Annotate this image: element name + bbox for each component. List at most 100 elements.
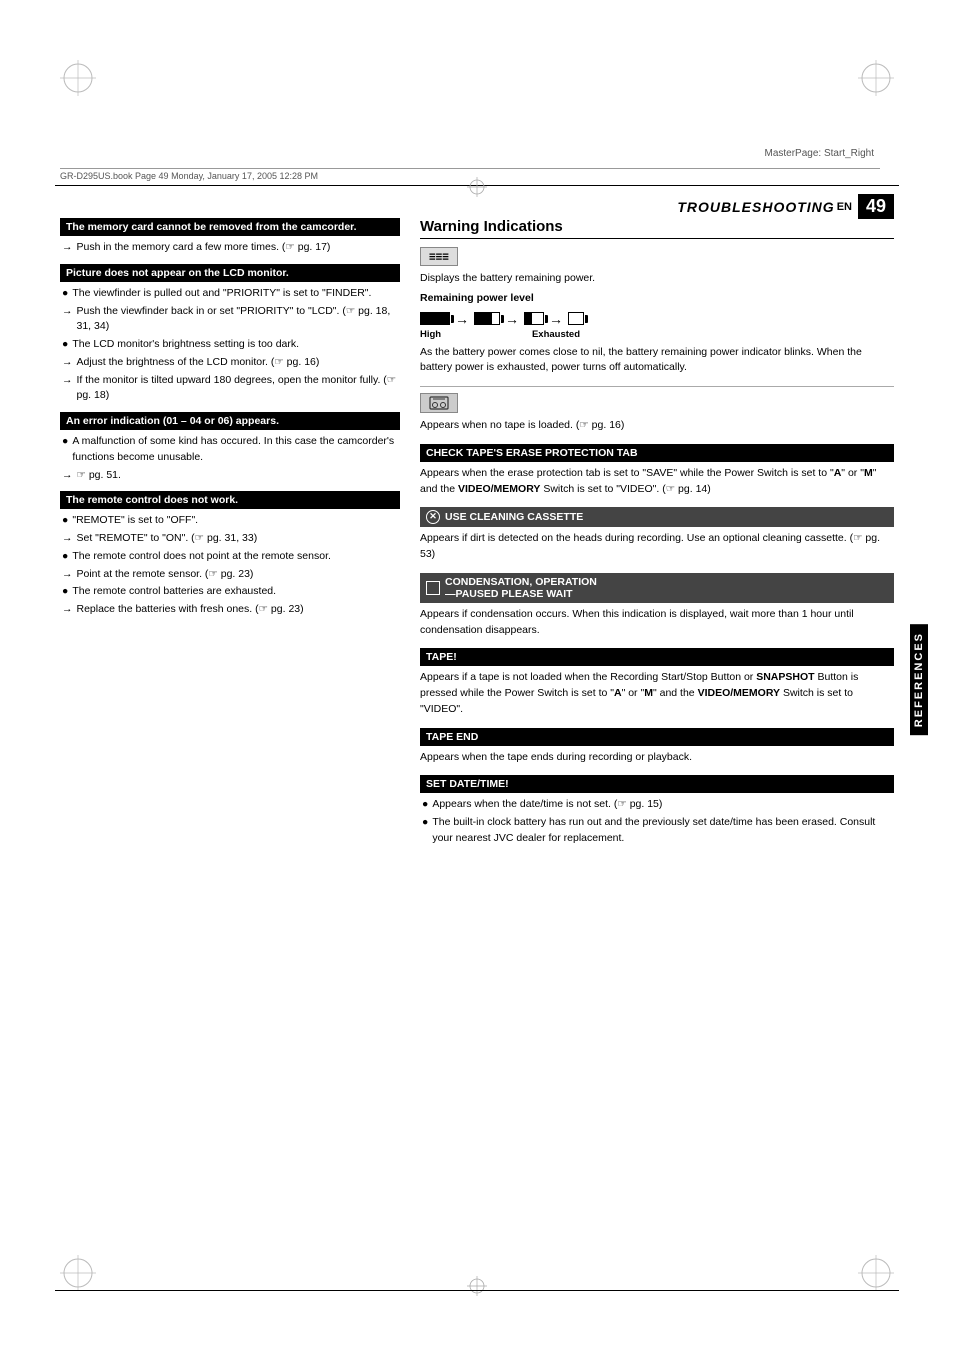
no-tape-icon-box bbox=[420, 393, 458, 413]
section-remote-content: ● "REMOTE" is set to "OFF". → Set "REMOT… bbox=[60, 513, 400, 618]
arrow-icon: → bbox=[62, 468, 73, 484]
battery-level-label: Remaining power level bbox=[420, 291, 894, 307]
exhausted-label: Exhausted bbox=[532, 329, 580, 340]
page-number: 49 bbox=[858, 194, 894, 219]
arrow-item: → Set "REMOTE" to "ON". (☞ pg. 31, 33) bbox=[62, 531, 400, 547]
use-cleaning-label: USE CLEANING CASSETTE bbox=[445, 511, 583, 523]
arrow-icon: → bbox=[62, 531, 73, 547]
check-tape-header: CHECK TAPE'S ERASE PROTECTION TAB bbox=[420, 444, 894, 462]
arrow-item: → ☞ pg. 51. bbox=[62, 468, 400, 484]
arrow-icon: → bbox=[62, 355, 73, 371]
page-title-area: TROUBLESHOOTING EN 49 bbox=[677, 194, 894, 219]
bullet-item: ● The built-in clock battery has run out… bbox=[422, 815, 894, 847]
condensation-label: CONDENSATION, OPERATION—PAUSED PLEASE WA… bbox=[445, 576, 597, 600]
section-remote-header: The remote control does not work. bbox=[60, 491, 400, 509]
bullet-item: ● The remote control does not point at t… bbox=[62, 549, 400, 565]
set-date-time-content: ● Appears when the date/time is not set.… bbox=[420, 797, 894, 846]
content-area: The memory card cannot be removed from t… bbox=[60, 218, 894, 857]
bullet-icon: ● bbox=[422, 815, 428, 831]
tape-warning-header: TAPE! bbox=[420, 648, 894, 666]
section-error-header: An error indication (01 – 04 or 06) appe… bbox=[60, 412, 400, 430]
bullet-icon: ● bbox=[62, 337, 68, 353]
bullet-icon: ● bbox=[62, 549, 68, 565]
condensation-description: Appears if condensation occurs. When thi… bbox=[420, 607, 894, 639]
item-text: If the monitor is tilted upward 180 degr… bbox=[77, 373, 401, 405]
battery-level-diagram: → → → bbox=[420, 311, 894, 327]
bullet-item: ● The viewfinder is pulled out and "PRIO… bbox=[62, 286, 400, 302]
item-text: A malfunction of some kind has occured. … bbox=[72, 434, 400, 466]
section-error-content: ● A malfunction of some kind has occured… bbox=[60, 434, 400, 483]
bullet-icon: ● bbox=[62, 434, 68, 450]
crosshair-top-center bbox=[467, 177, 487, 197]
item-text: "REMOTE" is set to "OFF". bbox=[72, 513, 198, 529]
arrow-icon: → bbox=[62, 240, 73, 256]
section-lcd-content: ● The viewfinder is pulled out and "PRIO… bbox=[60, 286, 400, 404]
arrow-icon: → bbox=[62, 602, 73, 618]
use-cleaning-description: Appears if dirt is detected on the heads… bbox=[420, 531, 894, 563]
use-cleaning-header: ✕ USE CLEANING CASSETTE bbox=[420, 507, 894, 527]
section-title: TROUBLESHOOTING bbox=[677, 199, 834, 215]
arrow-icon: → bbox=[62, 567, 73, 583]
battery-three-quarter-icon bbox=[474, 312, 500, 325]
item-text: The remote control does not point at the… bbox=[72, 549, 331, 565]
divider bbox=[420, 386, 894, 387]
section-memory-card-header: The memory card cannot be removed from t… bbox=[60, 218, 400, 236]
battery-description: Displays the battery remaining power. bbox=[420, 271, 894, 287]
bullet-icon: ● bbox=[62, 584, 68, 600]
reg-mark-br bbox=[858, 1255, 894, 1291]
tape-warning-description: Appears if a tape is not loaded when the… bbox=[420, 670, 894, 717]
section-memory-card-content: → Push in the memory card a few more tim… bbox=[60, 240, 400, 256]
battery-empty-icon bbox=[568, 312, 584, 325]
page-container: MasterPage: Start_Right GR-D295US.book P… bbox=[0, 0, 954, 1351]
arrow-separator: → bbox=[455, 311, 469, 327]
arrow-item: → Point at the remote sensor. (☞ pg. 23) bbox=[62, 567, 400, 583]
item-text: Push the viewfinder back in or set "PRIO… bbox=[77, 304, 401, 336]
section-lcd-monitor: Picture does not appear on the LCD monit… bbox=[60, 264, 400, 404]
item-text: The remote control batteries are exhaust… bbox=[72, 584, 276, 600]
section-set-date-time: SET DATE/TIME! ● Appears when the date/t… bbox=[420, 775, 894, 846]
warning-indications-heading: Warning Indications bbox=[420, 218, 894, 239]
reg-mark-tl bbox=[60, 60, 96, 96]
arrow-icon: → bbox=[62, 304, 73, 320]
bullet-icon: ● bbox=[62, 286, 68, 302]
arrow-item: → Replace the batteries with fresh ones.… bbox=[62, 602, 400, 618]
section-tape-end: TAPE END Appears when the tape ends duri… bbox=[420, 728, 894, 766]
section-remote-control: The remote control does not work. ● "REM… bbox=[60, 491, 400, 618]
no-tape-description: Appears when no tape is loaded. (☞ pg. 1… bbox=[420, 418, 894, 434]
check-tape-description: Appears when the erase protection tab is… bbox=[420, 466, 894, 498]
crosshair-bottom bbox=[467, 1276, 487, 1296]
section-battery: ≡≡≡ Displays the battery remaining power… bbox=[420, 247, 894, 376]
reg-mark-tr bbox=[858, 60, 894, 96]
arrow-item: → Push in the memory card a few more tim… bbox=[62, 240, 400, 256]
section-condensation: CONDENSATION, OPERATION—PAUSED PLEASE WA… bbox=[420, 573, 894, 639]
section-use-cleaning: ✕ USE CLEANING CASSETTE Appears if dirt … bbox=[420, 507, 894, 563]
arrow-separator: → bbox=[549, 311, 563, 327]
battery-indicator-box: ≡≡≡ bbox=[420, 247, 458, 266]
references-sidebar: REFERENCES bbox=[910, 580, 928, 780]
bullet-item: ● The LCD monitor's brightness setting i… bbox=[62, 337, 400, 353]
bullet-item: ● "REMOTE" is set to "OFF". bbox=[62, 513, 400, 529]
bullet-icon: ● bbox=[422, 797, 428, 813]
battery-level-labels: High Exhausted bbox=[420, 329, 580, 340]
item-text: Adjust the brightness of the LCD monitor… bbox=[77, 355, 320, 371]
section-lcd-header: Picture does not appear on the LCD monit… bbox=[60, 264, 400, 282]
arrow-item: → Push the viewfinder back in or set "PR… bbox=[62, 304, 400, 336]
item-text: Appears when the date/time is not set. (… bbox=[432, 797, 662, 813]
arrow-item: → Adjust the brightness of the LCD monit… bbox=[62, 355, 400, 371]
bullet-item: ● Appears when the date/time is not set.… bbox=[422, 797, 894, 813]
condensation-icon bbox=[426, 581, 440, 595]
references-label: REFERENCES bbox=[910, 624, 928, 735]
item-text: Replace the batteries with fresh ones. (… bbox=[77, 602, 304, 618]
item-text: The built-in clock battery has run out a… bbox=[432, 815, 894, 847]
section-error-indication: An error indication (01 – 04 or 06) appe… bbox=[60, 412, 400, 483]
master-page-label: MasterPage: Start_Right bbox=[765, 148, 875, 159]
item-text: ☞ pg. 51. bbox=[77, 468, 121, 484]
left-column: The memory card cannot be removed from t… bbox=[60, 218, 400, 857]
section-check-tape: CHECK TAPE'S ERASE PROTECTION TAB Appear… bbox=[420, 444, 894, 498]
item-text: Set "REMOTE" to "ON". (☞ pg. 31, 33) bbox=[77, 531, 258, 547]
bullet-item: ● The remote control batteries are exhau… bbox=[62, 584, 400, 600]
item-text: The viewfinder is pulled out and "PRIORI… bbox=[72, 286, 371, 302]
arrow-separator: → bbox=[505, 311, 519, 327]
tape-end-header: TAPE END bbox=[420, 728, 894, 746]
battery-low-icon bbox=[524, 312, 544, 325]
